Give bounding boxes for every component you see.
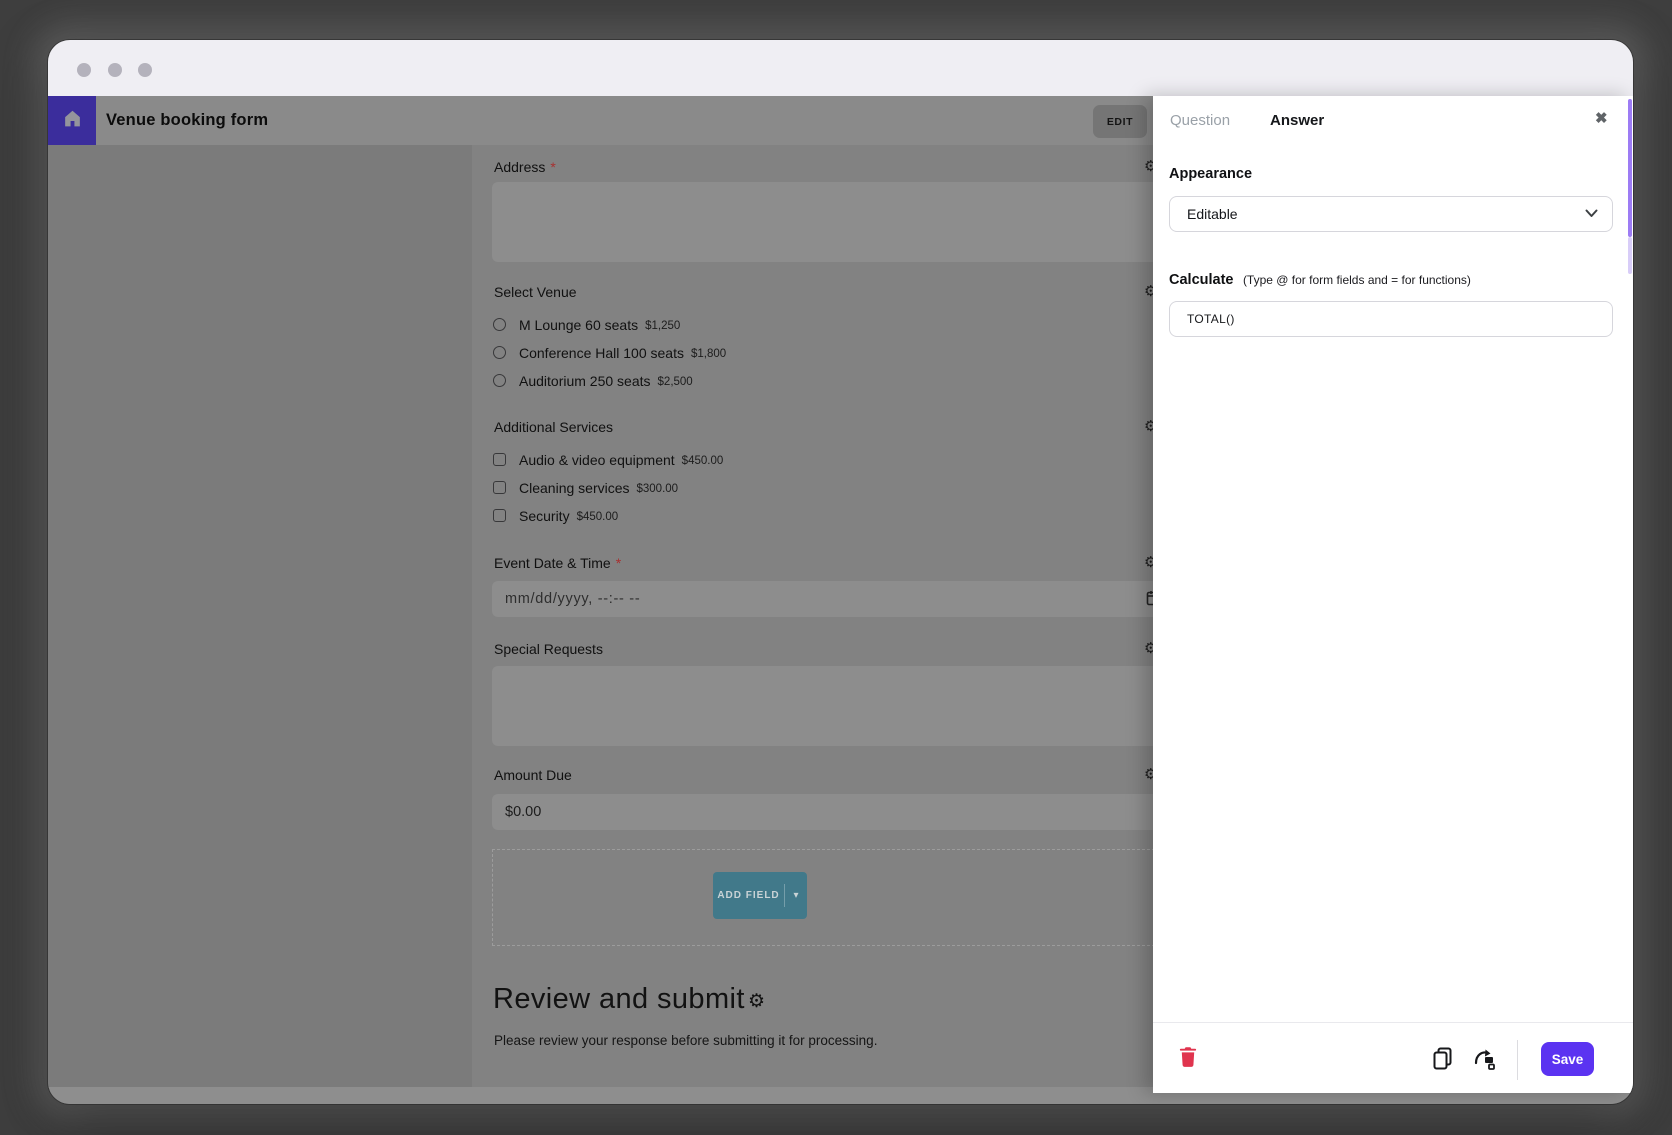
add-field-label: ADD FIELD xyxy=(713,872,784,919)
home-icon xyxy=(62,108,83,134)
window-control-dot[interactable] xyxy=(77,63,91,77)
page-title: Venue booking form xyxy=(106,96,268,145)
panel-scrollbar-fade xyxy=(1628,237,1632,274)
event-datetime-field-label: Event Date & Time * xyxy=(494,555,621,571)
radio-option-row: M Lounge 60 seats $1,250 xyxy=(493,316,680,333)
services-field-label: Additional Services xyxy=(494,419,613,435)
panel-toolbar: Save xyxy=(1153,1022,1633,1093)
caret-down-icon[interactable]: ▾ xyxy=(785,872,807,919)
option-price: $2,500 xyxy=(658,374,693,388)
trash-icon xyxy=(1177,1057,1199,1072)
checkbox[interactable] xyxy=(493,509,506,522)
calculate-hint: (Type @ for form fields and = for functi… xyxy=(1243,273,1471,287)
section-gear-icon[interactable]: ⚙ xyxy=(748,990,765,1013)
duplicate-field-button[interactable] xyxy=(1431,1046,1454,1071)
appearance-select[interactable]: Editable xyxy=(1169,196,1613,232)
venue-field-label: Select Venue xyxy=(494,284,577,300)
checkbox[interactable] xyxy=(493,453,506,466)
address-textarea[interactable] xyxy=(492,182,1158,262)
datetime-placeholder: mm/dd/yyyy, --:-- -- xyxy=(505,591,640,607)
window-titlebar xyxy=(48,40,1633,96)
field-label-text: Event Date & Time xyxy=(494,555,611,571)
required-asterisk: * xyxy=(550,159,555,175)
field-settings-panel: Question Answer ✖ Appearance Editable Ca… xyxy=(1153,96,1633,1093)
calculate-input[interactable]: TOTAL() xyxy=(1169,301,1613,337)
appearance-selected-value: Editable xyxy=(1187,206,1585,222)
add-field-dropzone xyxy=(492,849,1160,946)
tab-question[interactable]: Question xyxy=(1170,112,1230,129)
move-to-icon xyxy=(1472,1059,1498,1074)
chevron-down-icon xyxy=(1585,205,1598,223)
option-label: M Lounge 60 seats xyxy=(519,317,638,333)
option-label: Cleaning services xyxy=(519,480,630,496)
checkbox-option-row: Audio & video equipment $450.00 xyxy=(493,451,723,468)
checkbox-option-row: Security $450.00 xyxy=(493,507,618,524)
amount-due-input[interactable]: $0.00 xyxy=(492,794,1158,830)
amount-due-field-label: Amount Due xyxy=(494,767,572,783)
event-datetime-input[interactable]: mm/dd/yyyy, --:-- -- xyxy=(492,581,1158,617)
window-control-dot[interactable] xyxy=(138,63,152,77)
panel-scrollbar-thumb[interactable] xyxy=(1628,99,1632,237)
review-section-subtitle: Please review your response before submi… xyxy=(494,1033,877,1048)
required-asterisk: * xyxy=(616,555,621,571)
option-label: Security xyxy=(519,508,570,524)
special-requests-field-label: Special Requests xyxy=(494,641,603,657)
option-price: $1,250 xyxy=(645,318,680,332)
window-control-dot[interactable] xyxy=(108,63,122,77)
delete-field-button[interactable] xyxy=(1177,1045,1199,1069)
option-price: $450.00 xyxy=(577,509,619,523)
edit-button[interactable]: EDIT xyxy=(1093,105,1147,138)
calculate-label: Calculate xyxy=(1169,272,1233,288)
radio-button[interactable] xyxy=(493,346,506,359)
home-button[interactable] xyxy=(48,96,96,145)
review-section-title: Review and submit xyxy=(493,983,745,1016)
radio-option-row: Conference Hall 100 seats $1,800 xyxy=(493,344,726,361)
close-icon[interactable]: ✖ xyxy=(1595,109,1608,127)
desktop-background: Venue booking form EDIT Address * ⚙ Selec… xyxy=(0,0,1672,1135)
appearance-label: Appearance xyxy=(1169,166,1252,182)
tab-answer[interactable]: Answer xyxy=(1270,112,1324,129)
toolbar-divider xyxy=(1517,1040,1518,1080)
option-label: Auditorium 250 seats xyxy=(519,373,651,389)
calculate-label-row: Calculate (Type @ for form fields and = … xyxy=(1169,271,1471,289)
option-price: $1,800 xyxy=(691,346,726,360)
option-price: $450.00 xyxy=(682,453,724,467)
amount-due-value: $0.00 xyxy=(505,804,541,820)
option-label: Conference Hall 100 seats xyxy=(519,345,684,361)
radio-button[interactable] xyxy=(493,374,506,387)
special-requests-textarea[interactable] xyxy=(492,666,1158,746)
app-window: Venue booking form EDIT Address * ⚙ Selec… xyxy=(48,40,1633,1104)
field-label-text: Address xyxy=(494,159,545,175)
add-field-button[interactable]: ADD FIELD ▾ xyxy=(713,872,807,919)
radio-button[interactable] xyxy=(493,318,506,331)
option-price: $300.00 xyxy=(637,481,679,495)
address-field-label: Address * xyxy=(494,159,556,175)
save-button[interactable]: Save xyxy=(1541,1042,1594,1076)
checkbox-option-row: Cleaning services $300.00 xyxy=(493,479,678,496)
checkbox[interactable] xyxy=(493,481,506,494)
move-field-button[interactable] xyxy=(1472,1046,1498,1071)
radio-option-row: Auditorium 250 seats $2,500 xyxy=(493,372,693,389)
calculate-value: TOTAL() xyxy=(1187,312,1235,326)
copy-icon xyxy=(1431,1059,1454,1074)
option-label: Audio & video equipment xyxy=(519,452,675,468)
